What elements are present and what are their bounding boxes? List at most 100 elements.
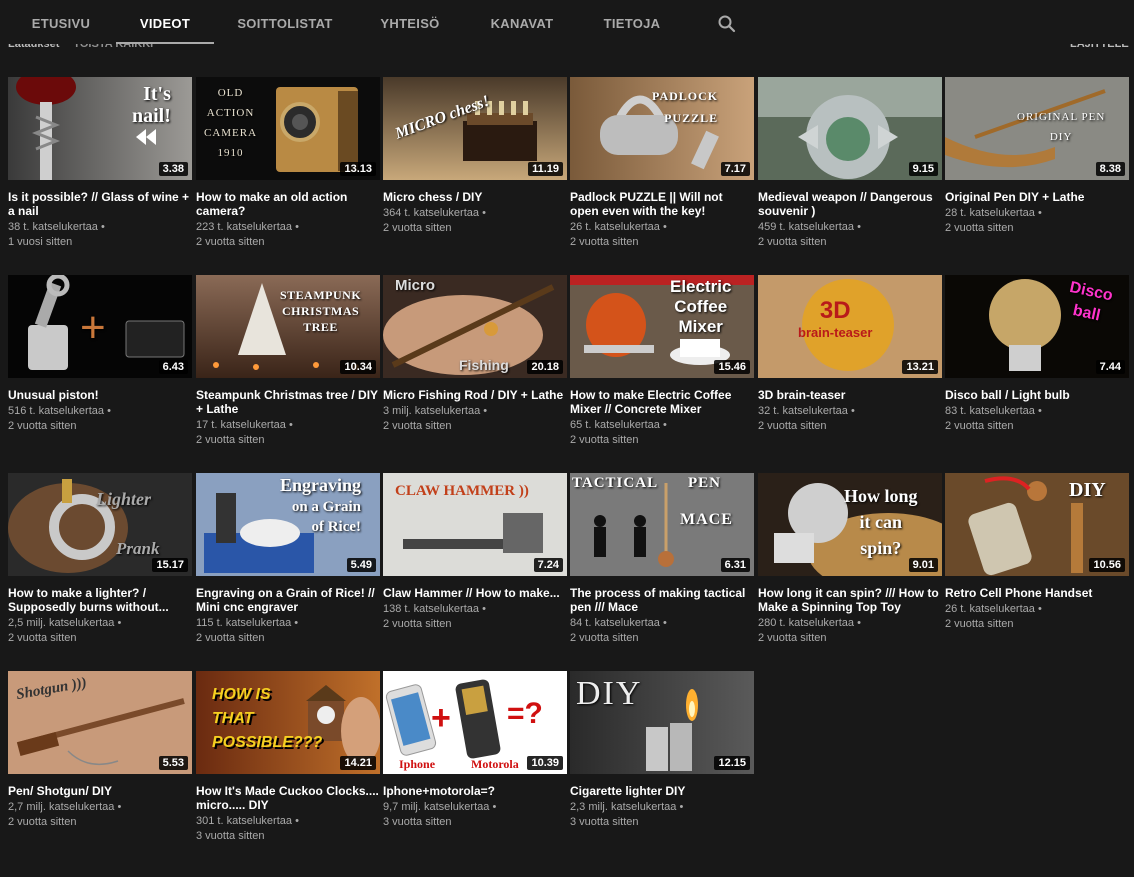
video-title[interactable]: How It's Made Cuckoo Clocks.... micro...… — [196, 784, 380, 812]
video-card[interactable]: 3D brain-teaser 13.21 3D brain-teaser 32 … — [758, 275, 942, 434]
video-thumbnail[interactable]: + 6.43 — [8, 275, 192, 378]
video-card[interactable]: DIY 10.56 Retro Cell Phone Handset 26 t.… — [945, 473, 1129, 632]
video-title[interactable]: Iphone+motorola=? — [383, 784, 567, 798]
duration-badge: 6.43 — [158, 360, 188, 374]
video-title[interactable]: Steampunk Christmas tree / DIY + Lathe — [196, 388, 380, 416]
video-thumbnail[interactable]: Engraving on a Grain of Rice! 5.49 — [196, 473, 380, 576]
video-title[interactable]: Pen/ Shotgun/ DIY — [8, 784, 192, 798]
video-card[interactable]: It's nail! 3.38 Is it possible? // Glass … — [8, 77, 192, 250]
view-count: 115 t. katselukertaa — [196, 617, 292, 629]
tab-about[interactable]: TIETOJA — [593, 0, 671, 44]
view-count: 38 t. katselukertaa — [8, 221, 98, 233]
tab-home[interactable]: ETUSIVU — [20, 0, 102, 44]
video-thumbnail[interactable]: HOW IS THAT POSSIBLE??? 14.21 — [196, 671, 380, 774]
upload-age: 3 vuotta sitten — [570, 816, 639, 828]
video-title[interactable]: Original Pen DIY + Lathe — [945, 190, 1129, 204]
video-title[interactable]: Unusual piston! — [8, 388, 192, 402]
video-card[interactable]: + 6.43 Unusual piston! 516 t. katseluker… — [8, 275, 192, 434]
duration-badge: 10.56 — [1089, 558, 1125, 572]
upload-age: 2 vuotta sitten — [570, 236, 639, 248]
video-title[interactable]: How to make an old action camera? — [196, 190, 380, 218]
upload-age: 2 vuotta sitten — [196, 236, 265, 248]
duration-badge: 20.18 — [527, 360, 563, 374]
video-title[interactable]: Claw Hammer // How to make... — [383, 586, 567, 600]
view-count: 83 t. katselukertaa — [945, 405, 1035, 417]
upload-age: 2 vuotta sitten — [758, 632, 827, 644]
upload-age: 1 vuosi sitten — [8, 236, 73, 248]
video-thumbnail[interactable]: STEAMPUNK CHRISTMAS TREE 10.34 — [196, 275, 380, 378]
video-card[interactable]: + =? Iphone Motorola 10.39 Iphone+motoro… — [383, 671, 567, 830]
video-thumbnail[interactable]: CLAW HAMMER )) 7.24 — [383, 473, 567, 576]
video-card[interactable]: STEAMPUNK CHRISTMAS TREE 10.34 Steampunk C… — [196, 275, 380, 448]
video-card[interactable]: DIY 12.15 Cigarette lighter DIY 2,3 milj… — [570, 671, 754, 830]
view-count: 9,7 milj. katselukertaa — [383, 801, 490, 813]
upload-age: 2 vuotta sitten — [8, 632, 77, 644]
video-title[interactable]: How to make a lighter? / Supposedly burn… — [8, 586, 192, 614]
video-thumbnail[interactable]: Electric Coffee Mixer 15.46 — [570, 275, 754, 378]
view-count: 223 t. katselukertaa — [196, 221, 293, 233]
duration-badge: 5.49 — [346, 558, 376, 572]
duration-badge: 15.17 — [152, 558, 188, 572]
video-title[interactable]: Is it possible? // Glass of wine + a nai… — [8, 190, 192, 218]
video-title[interactable]: 3D brain-teaser — [758, 388, 942, 402]
video-title[interactable]: Micro chess / DIY — [383, 190, 567, 204]
video-card[interactable]: Engraving on a Grain of Rice! 5.49 Engravi… — [196, 473, 380, 646]
search-icon[interactable] — [717, 14, 737, 34]
duration-badge: 7.17 — [720, 162, 750, 176]
video-card[interactable]: Shotgun ))) 5.53 Pen/ Shotgun/ DIY 2,7 m… — [8, 671, 192, 830]
video-thumbnail[interactable]: TACTICAL PEN MACE 6.31 — [570, 473, 754, 576]
duration-badge: 13.13 — [340, 162, 376, 176]
view-count: 28 t. katselukertaa — [945, 207, 1035, 219]
video-title[interactable]: Cigarette lighter DIY — [570, 784, 754, 798]
view-count: 26 t. katselukertaa — [945, 603, 1035, 615]
upload-age: 2 vuotta sitten — [8, 816, 77, 828]
video-title[interactable]: Engraving on a Grain of Rice! // Mini cn… — [196, 586, 380, 614]
upload-age: 3 vuotta sitten — [383, 816, 452, 828]
video-thumbnail[interactable]: Lighter Prank 15.17 — [8, 473, 192, 576]
view-count: 516 t. katselukertaa — [8, 405, 105, 417]
duration-badge: 11.19 — [528, 162, 563, 176]
video-card[interactable]: ORIGINAL PEN DIY 8.38 Original Pen DIY + … — [945, 77, 1129, 236]
video-title[interactable]: How to make Electric Coffee Mixer // Con… — [570, 388, 754, 416]
tab-community[interactable]: YHTEISÖ — [365, 0, 455, 44]
video-thumbnail[interactable]: PADLOCK PUZZLE 7.17 — [570, 77, 754, 180]
video-thumbnail[interactable]: DIY 10.56 — [945, 473, 1129, 576]
view-count: 280 t. katselukertaa — [758, 617, 855, 629]
video-thumbnail[interactable]: + =? Iphone Motorola 10.39 — [383, 671, 567, 774]
video-title[interactable]: Micro Fishing Rod / DIY + Lathe — [383, 388, 567, 402]
video-card[interactable]: CLAW HAMMER )) 7.24 Claw Hammer // How t… — [383, 473, 567, 632]
video-card[interactable]: Electric Coffee Mixer 15.46 How to make El… — [570, 275, 754, 448]
video-thumbnail[interactable]: It's nail! 3.38 — [8, 77, 192, 180]
duration-badge: 9.15 — [908, 162, 938, 176]
video-thumbnail[interactable]: How long it can spin? 9.01 — [758, 473, 942, 576]
video-thumbnail[interactable]: ORIGINAL PEN DIY 8.38 — [945, 77, 1129, 180]
video-card[interactable]: How long it can spin? 9.01 How long it can… — [758, 473, 942, 646]
video-card[interactable]: PADLOCK PUZZLE 7.17 Padlock PUZZLE || Wil… — [570, 77, 754, 250]
video-title[interactable]: How long it can spin? /// How to Make a … — [758, 586, 942, 614]
video-thumbnail[interactable]: 9.15 — [758, 77, 942, 180]
video-thumbnail[interactable]: MICRO chess! 11.19 — [383, 77, 567, 180]
video-title[interactable]: Disco ball / Light bulb — [945, 388, 1129, 402]
video-card[interactable]: HOW IS THAT POSSIBLE??? 14.21 How It's Mad… — [196, 671, 380, 844]
video-thumbnail[interactable]: DIY 12.15 — [570, 671, 754, 774]
video-card[interactable]: MICRO chess! 11.19 Micro chess / DIY 364… — [383, 77, 567, 236]
video-title[interactable]: Padlock PUZZLE || Will not open even wit… — [570, 190, 754, 218]
video-card[interactable]: OLD ACTION CAMERA 1910 13.13 How to make an… — [196, 77, 380, 250]
video-thumbnail[interactable]: Disco ball 7.44 — [945, 275, 1129, 378]
video-thumbnail[interactable]: OLD ACTION CAMERA 1910 13.13 — [196, 77, 380, 180]
video-card[interactable]: Micro Fishing 20.18 Micro Fishing Rod / … — [383, 275, 567, 434]
video-thumbnail[interactable]: 3D brain-teaser 13.21 — [758, 275, 942, 378]
video-card[interactable]: TACTICAL PEN MACE 6.31 The process of ma… — [570, 473, 754, 646]
tab-channels[interactable]: KANAVAT — [480, 0, 564, 44]
video-thumbnail[interactable]: Shotgun ))) 5.53 — [8, 671, 192, 774]
video-title[interactable]: Retro Cell Phone Handset — [945, 586, 1129, 600]
video-title[interactable]: Medieval weapon // Dangerous souvenir ) — [758, 190, 942, 218]
video-thumbnail[interactable]: Micro Fishing 20.18 — [383, 275, 567, 378]
upload-age: 2 vuotta sitten — [758, 236, 827, 248]
tab-playlists[interactable]: SOITTOLISTAT — [230, 0, 340, 44]
video-title[interactable]: The process of making tactical pen /// M… — [570, 586, 754, 614]
video-card[interactable]: Disco ball 7.44 Disco ball / Light bulb 8… — [945, 275, 1129, 434]
video-card[interactable]: 9.15 Medieval weapon // Dangerous souven… — [758, 77, 942, 250]
video-card[interactable]: Lighter Prank 15.17 How to make a lighte… — [8, 473, 192, 646]
tab-videos[interactable]: VIDEOT — [116, 0, 214, 44]
